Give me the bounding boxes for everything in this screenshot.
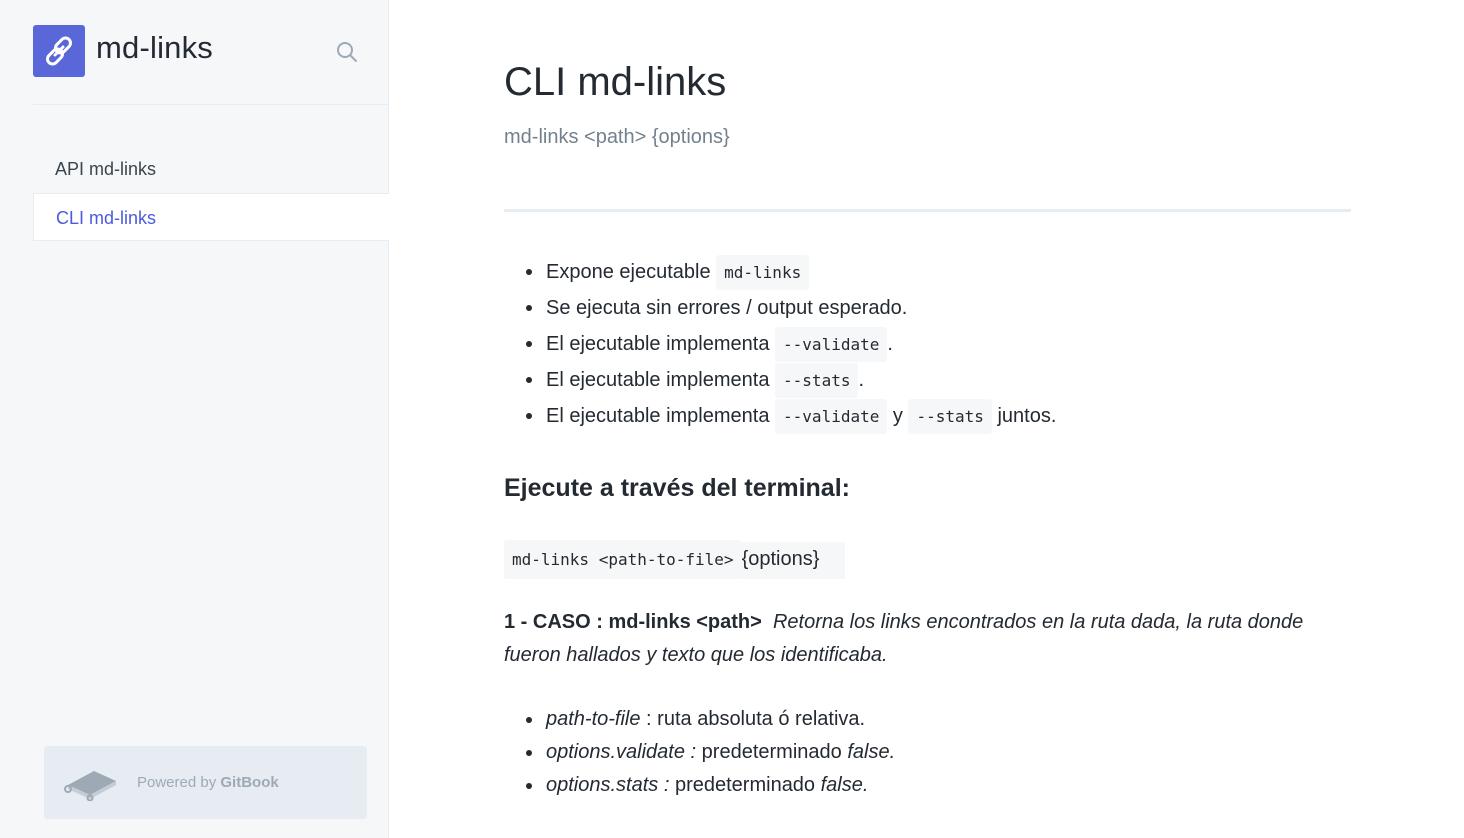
command-example: md-links <path-to-file> {options} [504,540,846,579]
list-item: Se ejecuta sin errores / output esperado… [504,290,1056,326]
powered-text: Powered by GitBook [137,774,279,791]
sidebar-nav: API md-links CLI md-links [33,145,389,241]
features-list: Expone ejecutable md-links Se ejecuta si… [504,254,1056,434]
params-list: path-to-file : ruta absoluta ó relativa.… [504,703,895,802]
list-item: options.validate : predeterminado false. [504,736,895,769]
inline-code: --stats [775,363,859,398]
inline-code: --validate [775,327,888,362]
search-icon[interactable] [335,40,359,64]
list-item: path-to-file : ruta absoluta ó relativa. [504,703,895,736]
link-icon[interactable] [33,25,85,77]
sidebar-item-cli-md-links[interactable]: CLI md-links [33,193,389,241]
list-item: Expone ejecutable md-links [504,254,1056,290]
divider [504,209,1351,212]
brand-title[interactable]: md-links [96,30,213,66]
gitbook-icon [64,770,116,801]
list-item: El ejecutable implementa --validate. [504,326,1056,362]
case-label: 1 - CASO : md-links <path> [504,611,762,633]
sidebar-header: md-links [33,25,389,105]
page-title: CLI md-links [504,60,727,104]
command-options: {options} [741,542,846,579]
list-item: El ejecutable implementa --stats. [504,362,1056,398]
powered-by-gitbook[interactable]: Powered by GitBook [44,746,367,819]
inline-code: --validate [775,399,888,434]
section-heading: Ejecute a través del terminal: [504,474,850,502]
list-item: El ejecutable implementa --validate y --… [504,398,1056,434]
inline-code: --stats [908,399,992,434]
inline-code: md-links [716,255,810,290]
list-item: options.stats : predeterminado false. [504,769,895,802]
sidebar-item-api-md-links[interactable]: API md-links [33,145,389,193]
command-code: md-links <path-to-file> [504,540,742,579]
case-description: 1 - CASO : md-links <path> Retorna los l… [504,606,1344,672]
page-subtitle: md-links <path> {options} [504,126,730,148]
sidebar: md-links API md-links CLI md-links Power… [0,0,389,838]
